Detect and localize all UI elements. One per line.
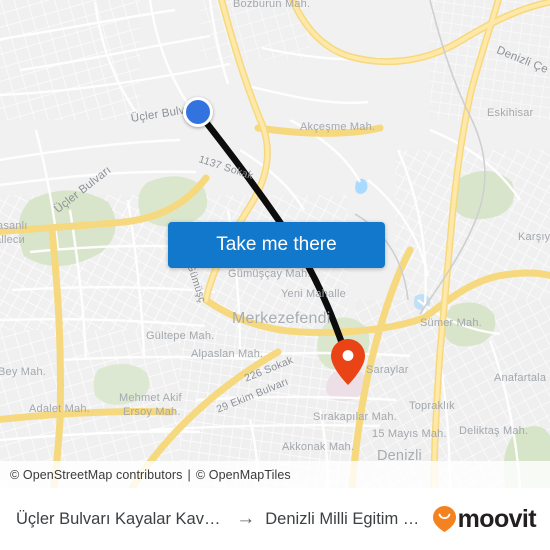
- map-canvas[interactable]: Bozburun Mah. Denizli Çe Üçler Bulv Akçeşme…: [0, 0, 550, 488]
- origin-dot[interactable]: [183, 97, 213, 127]
- osm-attribution-link[interactable]: © OpenStreetMap contributors: [10, 468, 183, 482]
- moovit-wordmark: moovit: [457, 504, 537, 533]
- take-me-there-button[interactable]: Take me there: [168, 222, 385, 268]
- moovit-logo[interactable]: moovit: [432, 504, 537, 533]
- trip-origin-label[interactable]: Üçler Bulvarı Kayalar Kavş…: [16, 508, 228, 530]
- map-attribution: © OpenStreetMap contributors | © OpenMap…: [0, 461, 550, 488]
- trip-footer-bar: Üçler Bulvarı Kayalar Kavş… → Denizli Mi…: [0, 488, 550, 550]
- moovit-pin-icon: [432, 506, 456, 532]
- attribution-separator: |: [187, 467, 191, 482]
- arrow-right-icon: →: [236, 508, 256, 529]
- destination-pin[interactable]: [331, 339, 365, 385]
- moovit-trip-screen: Bozburun Mah. Denizli Çe Üçler Bulv Akçeşme…: [0, 0, 550, 550]
- openmaptiles-attribution-link[interactable]: © OpenMapTiles: [196, 468, 291, 482]
- trip-destination-label[interactable]: Denizli Milli Egitim M…: [265, 508, 432, 530]
